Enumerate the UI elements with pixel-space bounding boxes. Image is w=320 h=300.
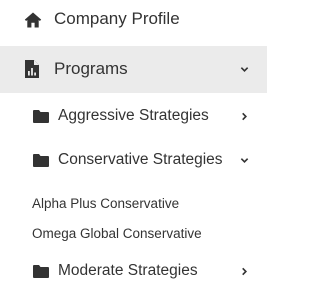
nav-item-company-profile[interactable]: Company Profile — [0, 0, 267, 40]
chevron-down-icon[interactable] — [240, 156, 249, 165]
nav-item-aggressive-strategies[interactable]: Aggressive Strategies — [0, 100, 267, 132]
nav-link-alpha-plus-conservative[interactable]: Alpha Plus Conservative — [32, 196, 179, 211]
sidebar-nav: Company Profile Programs Aggressive Stra… — [0, 0, 267, 300]
chevron-right-icon[interactable] — [240, 267, 249, 276]
nav-item-label: Conservative Strategies — [58, 151, 223, 168]
nav-item-label: Moderate Strategies — [58, 262, 198, 279]
nav-item-conservative-strategies[interactable]: Conservative Strategies — [0, 144, 267, 176]
nav-item-label: Programs — [54, 59, 128, 78]
nav-item-label: Aggressive Strategies — [58, 107, 209, 124]
nav-item-moderate-strategies[interactable]: Moderate Strategies — [0, 255, 267, 287]
folder-icon — [33, 110, 49, 123]
report-file-icon — [25, 60, 39, 78]
folder-icon — [33, 154, 49, 167]
folder-icon — [33, 265, 49, 278]
nav-item-programs[interactable]: Programs — [0, 46, 267, 93]
nav-link-omega-global-conservative[interactable]: Omega Global Conservative — [32, 226, 202, 241]
chevron-right-icon[interactable] — [240, 112, 249, 121]
nav-item-label: Company Profile — [54, 9, 180, 28]
chevron-down-icon[interactable] — [240, 65, 249, 74]
home-icon — [24, 12, 42, 28]
